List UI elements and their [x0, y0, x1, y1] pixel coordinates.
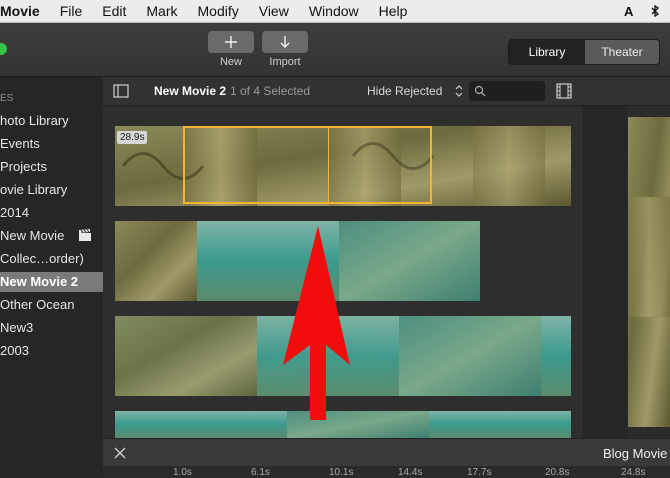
ruler-tick: 20.8s	[545, 467, 570, 478]
ruler-tick: 24.8s	[621, 467, 646, 478]
clip-duration-badge: 28.9s	[117, 131, 148, 144]
filmstrip-icon[interactable]	[556, 83, 572, 99]
clip-row-3[interactable]	[115, 316, 571, 396]
sidebar-item-photo-library[interactable]: hoto Library	[0, 111, 69, 131]
clip-selection-range[interactable]	[183, 126, 432, 204]
ruler-tick: 10.1s	[329, 467, 354, 478]
menu-help[interactable]: Help	[369, 0, 418, 22]
browser-header: New Movie 2 1 of 4 Selected Hide Rejecte…	[103, 77, 583, 106]
bluetooth-icon[interactable]	[648, 4, 662, 18]
timeline-title: Blog Movie	[603, 446, 668, 461]
toolbar: New Import Library Theater	[0, 23, 670, 77]
import-button-label: Import	[269, 56, 301, 68]
ruler-tick: 6.1s	[251, 467, 270, 478]
clip-row-4[interactable]	[115, 411, 571, 438]
theater-tab[interactable]: Theater	[585, 40, 659, 64]
viewer-preview-image	[628, 117, 670, 427]
close-icon[interactable]	[113, 446, 127, 460]
menu-edit[interactable]: Edit	[92, 0, 136, 22]
ruler-tick: 1.0s	[173, 467, 192, 478]
timeline-header: Blog Movie	[103, 438, 670, 467]
playhead-divider	[328, 128, 329, 202]
viewer-header	[583, 77, 670, 106]
sidebar-item-projects[interactable]: Projects	[0, 157, 47, 177]
clip-row-2[interactable]	[115, 221, 480, 301]
sidebar-item-2014[interactable]: 2014	[0, 203, 29, 223]
clapperboard-icon	[79, 229, 91, 241]
sidebar-item-new3[interactable]: New3	[0, 318, 33, 338]
menu-modify[interactable]: Modify	[188, 0, 249, 22]
new-button[interactable]	[208, 31, 254, 53]
sidebar-item-new-movie[interactable]: New Movie	[0, 226, 64, 246]
arrow-down-icon	[280, 36, 290, 48]
sidebar-item-new-movie-2[interactable]: New Movie 2	[0, 272, 103, 292]
search-input[interactable]	[469, 81, 545, 101]
import-button[interactable]	[262, 31, 308, 53]
ruler-tick: 17.7s	[467, 467, 492, 478]
updown-chevron-icon	[455, 85, 463, 97]
viewer-panel	[583, 77, 627, 438]
menu-mark[interactable]: Mark	[136, 0, 187, 22]
sidebar-header: ES	[0, 93, 14, 104]
new-button-label: New	[219, 56, 242, 68]
project-title: New Movie 2	[154, 84, 227, 98]
sidebar-item-other-ocean[interactable]: Other Ocean	[0, 295, 74, 315]
plus-icon	[225, 36, 237, 48]
filter-popup[interactable]: Hide Rejected	[367, 84, 442, 98]
libraries-sidebar: ES hoto Library Events Projects ovie Lib…	[0, 77, 103, 478]
sidebar-toggle-icon[interactable]	[113, 84, 129, 98]
view-mode-toggle: Library Theater	[508, 39, 660, 65]
ruler-tick: 14.4s	[398, 467, 423, 478]
sidebar-item-events[interactable]: Events	[0, 134, 40, 154]
menu-file[interactable]: File	[50, 0, 93, 22]
app-menu[interactable]: Movie	[0, 0, 50, 22]
selection-info: 1 of 4 Selected	[230, 84, 311, 98]
sidebar-item-2003[interactable]: 2003	[0, 341, 29, 361]
menu-window[interactable]: Window	[299, 0, 369, 22]
menu-bar: Movie File Edit Mark Modify View Window …	[0, 0, 670, 23]
timeline-ruler[interactable]: 1.0s 6.1s 10.1s 14.4s 17.7s 20.8s 24.8s	[103, 466, 670, 478]
library-tab[interactable]: Library	[509, 40, 585, 64]
window-zoom-button[interactable]	[0, 43, 7, 55]
search-icon	[474, 85, 486, 97]
sidebar-item-collection[interactable]: Collec…order)	[0, 249, 84, 269]
adobe-icon[interactable]: A	[624, 4, 638, 19]
sidebar-item-movie-library[interactable]: ovie Library	[0, 180, 67, 200]
menu-view[interactable]: View	[249, 0, 299, 22]
